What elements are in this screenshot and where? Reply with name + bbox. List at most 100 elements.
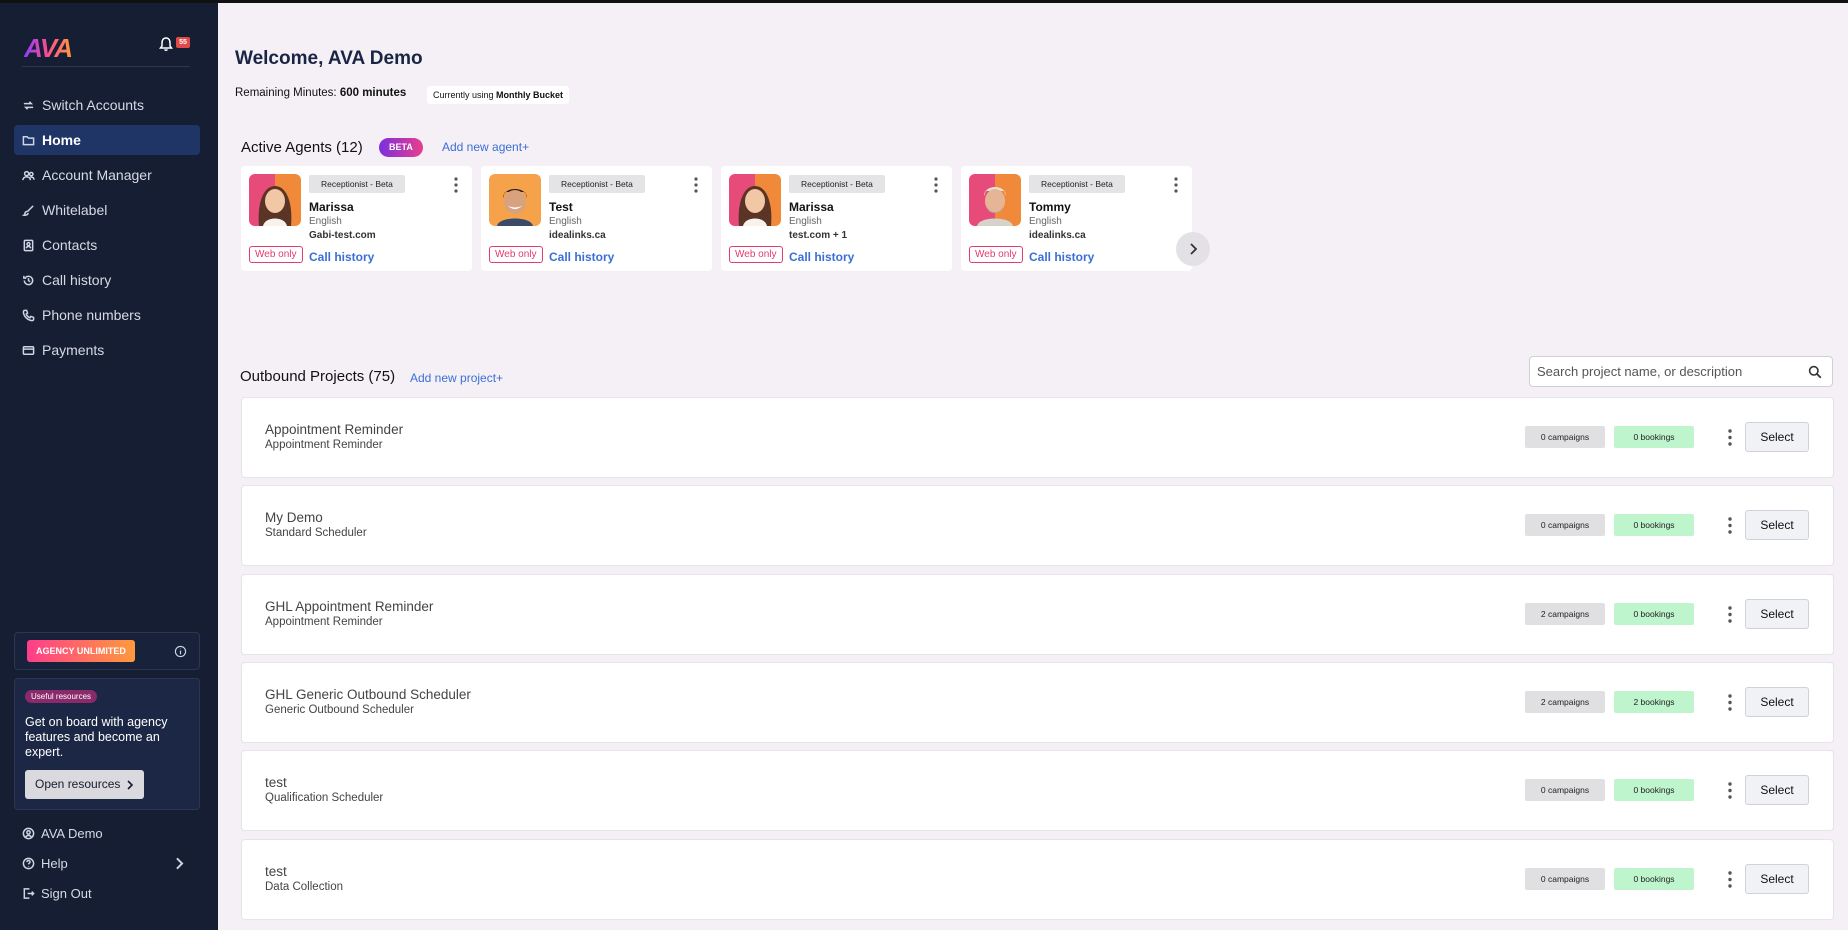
main-content: Welcome, AVA Demo Remaining Minutes: 600… bbox=[218, 3, 1848, 930]
kebab-menu-icon[interactable] bbox=[1728, 694, 1732, 711]
kebab-menu-icon[interactable] bbox=[1728, 782, 1732, 799]
open-resources-button[interactable]: Open resources bbox=[25, 770, 145, 799]
chevron-right-icon bbox=[1190, 243, 1198, 255]
outbound-projects-title: Outbound Projects (75) bbox=[240, 368, 396, 385]
add-agent-link[interactable]: Add new agent+ bbox=[442, 140, 529, 154]
project-name: test bbox=[265, 775, 287, 790]
bell-icon[interactable] bbox=[158, 36, 174, 52]
campaigns-badge: 0 campaigns bbox=[1525, 426, 1605, 448]
kebab-menu-icon[interactable] bbox=[1728, 429, 1732, 446]
resources-panel: Useful resources Get on board with agenc… bbox=[14, 678, 200, 810]
ava-logo[interactable]: AVA bbox=[24, 33, 73, 64]
kebab-menu-icon[interactable] bbox=[934, 177, 938, 193]
sidebar-item-label: Contacts bbox=[42, 237, 98, 253]
project-row[interactable]: test Data Collection 0 campaigns 0 booki… bbox=[241, 839, 1834, 920]
agents-next-button[interactable] bbox=[1176, 232, 1210, 266]
remaining-minutes-label: Remaining Minutes: bbox=[235, 87, 340, 99]
project-row[interactable]: test Qualification Scheduler 0 campaigns… bbox=[241, 750, 1834, 831]
agent-name: Test bbox=[549, 200, 573, 214]
brush-icon bbox=[22, 204, 34, 216]
call-history-link[interactable]: Call history bbox=[549, 250, 614, 264]
chevron-right-icon bbox=[127, 779, 134, 790]
user-profile-link[interactable]: AVA Demo bbox=[14, 821, 200, 845]
kebab-menu-icon[interactable] bbox=[454, 177, 458, 193]
user-circle-icon bbox=[22, 827, 35, 839]
kebab-menu-icon[interactable] bbox=[1728, 606, 1732, 623]
sidebar-item-phone-numbers[interactable]: Phone numbers bbox=[14, 300, 200, 330]
agent-language: English bbox=[789, 216, 822, 227]
agent-role-tag: Receptionist - Beta bbox=[309, 175, 405, 193]
sidebar-item-contacts[interactable]: Contacts bbox=[14, 230, 200, 260]
bucket-value: Monthly Bucket bbox=[496, 90, 564, 100]
sign-out-link[interactable]: Sign Out bbox=[14, 881, 200, 905]
users-icon bbox=[22, 170, 35, 180]
help-link[interactable]: Help bbox=[14, 851, 200, 875]
campaigns-badge: 0 campaigns bbox=[1525, 514, 1605, 536]
select-button[interactable]: Select bbox=[1745, 687, 1809, 717]
agent-name: Tommy bbox=[1029, 200, 1071, 214]
switch-icon bbox=[23, 100, 34, 110]
sidebar-item-home[interactable]: Home bbox=[14, 125, 200, 155]
sidebar-item-switch-accounts[interactable]: Switch Accounts bbox=[14, 90, 200, 120]
remaining-minutes-value: 600 minutes bbox=[339, 87, 407, 99]
campaigns-badge: 0 campaigns bbox=[1525, 779, 1605, 801]
select-button[interactable]: Select bbox=[1745, 864, 1809, 894]
open-resources-label: Open resources bbox=[35, 777, 121, 791]
search-icon[interactable] bbox=[1808, 365, 1822, 379]
bucket-indicator: Currently using Monthly Bucket bbox=[427, 86, 570, 104]
select-button[interactable]: Select bbox=[1745, 599, 1809, 629]
project-row[interactable]: GHL Generic Outbound Scheduler Generic O… bbox=[241, 662, 1834, 743]
project-type: Standard Scheduler bbox=[265, 527, 367, 539]
call-history-link[interactable]: Call history bbox=[789, 250, 854, 264]
call-history-link[interactable]: Call history bbox=[1029, 250, 1094, 264]
remaining-minutes: Remaining Minutes: 600 minutes bbox=[235, 87, 406, 99]
agent-role-tag: Receptionist - Beta bbox=[1029, 175, 1125, 193]
sidebar-item-call-history[interactable]: Call history bbox=[14, 265, 200, 295]
kebab-menu-icon[interactable] bbox=[1728, 517, 1732, 534]
beta-badge: BETA bbox=[379, 138, 423, 157]
sidebar-item-label: Account Manager bbox=[42, 167, 152, 183]
project-row[interactable]: GHL Appointment Reminder Appointment Rem… bbox=[241, 574, 1834, 655]
project-name: GHL Generic Outbound Scheduler bbox=[265, 687, 471, 702]
project-search bbox=[1529, 356, 1833, 387]
project-type: Appointment Reminder bbox=[265, 616, 383, 628]
sidebar-item-account-manager[interactable]: Account Manager bbox=[14, 160, 200, 190]
agent-card: Receptionist - Beta Marissa English Gabi… bbox=[241, 166, 472, 271]
agent-website: idealinks.ca bbox=[1029, 230, 1086, 241]
agent-website: test.com + 1 bbox=[789, 230, 848, 241]
info-icon[interactable] bbox=[174, 645, 187, 658]
kebab-menu-icon[interactable] bbox=[694, 177, 698, 193]
select-button[interactable]: Select bbox=[1745, 422, 1809, 452]
campaigns-badge: 0 campaigns bbox=[1525, 868, 1605, 890]
sidebar-item-label: Switch Accounts bbox=[42, 97, 144, 113]
agent-avatar bbox=[249, 174, 301, 226]
agent-card: Receptionist - Beta Test English idealin… bbox=[481, 166, 712, 271]
project-row[interactable]: Appointment Reminder Appointment Reminde… bbox=[241, 397, 1834, 478]
bookings-badge: 0 bookings bbox=[1614, 426, 1694, 448]
select-button[interactable]: Select bbox=[1745, 510, 1809, 540]
sidebar-item-whitelabel[interactable]: Whitelabel bbox=[14, 195, 200, 225]
project-type: Qualification Scheduler bbox=[265, 792, 384, 804]
kebab-menu-icon[interactable] bbox=[1174, 177, 1178, 193]
contacts-icon bbox=[23, 239, 34, 251]
project-name: My Demo bbox=[265, 510, 323, 525]
sidebar-item-payments[interactable]: Payments bbox=[14, 335, 200, 365]
kebab-menu-icon[interactable] bbox=[1728, 871, 1732, 888]
web-only-badge: Web only bbox=[969, 246, 1023, 263]
agent-name: Marissa bbox=[789, 200, 834, 214]
select-button[interactable]: Select bbox=[1745, 775, 1809, 805]
project-search-input[interactable] bbox=[1530, 357, 1790, 386]
agent-language: English bbox=[549, 216, 582, 227]
sidebar-nav: Switch Accounts Home Account Manager Whi… bbox=[14, 90, 200, 370]
agent-language: English bbox=[309, 216, 342, 227]
sidebar: AVA 55 Switch Accounts Home Account Mana… bbox=[0, 3, 218, 930]
chevron-right-icon bbox=[176, 857, 184, 870]
project-type: Generic Outbound Scheduler bbox=[265, 704, 414, 716]
agent-role-tag: Receptionist - Beta bbox=[549, 175, 645, 193]
sidebar-item-label: Home bbox=[42, 132, 81, 148]
agent-role-tag: Receptionist - Beta bbox=[789, 175, 885, 193]
call-history-link[interactable]: Call history bbox=[309, 250, 374, 264]
project-row[interactable]: My Demo Standard Scheduler 0 campaigns 0… bbox=[241, 485, 1834, 566]
resources-text: Get on board with agency features and be… bbox=[25, 715, 168, 759]
add-project-link[interactable]: Add new project+ bbox=[410, 371, 503, 385]
